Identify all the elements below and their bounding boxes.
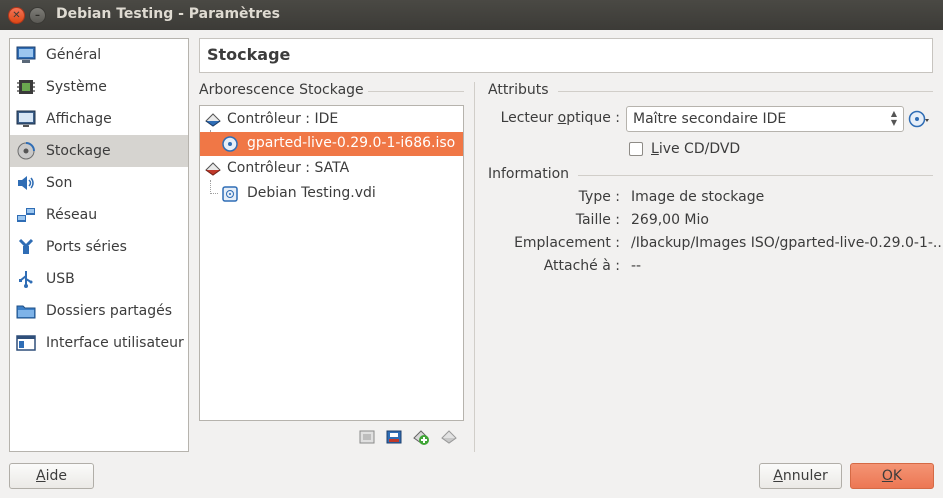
- display-icon: [16, 110, 36, 127]
- window-title: Debian Testing - Paramètres: [56, 6, 280, 22]
- remove-attachment-icon[interactable]: [440, 428, 458, 446]
- add-attachment-icon[interactable]: [412, 428, 430, 446]
- cancel-button[interactable]: Annuler: [759, 463, 842, 489]
- select-arrows-icon: ▲ ▼: [890, 109, 897, 127]
- tree-item-label: Debian Testing.vdi: [247, 185, 376, 201]
- live-cd-label: Live CD/DVD: [651, 141, 741, 157]
- optical-drive-label: Lecteur optique :: [500, 110, 620, 126]
- info-size-label: Taille :: [575, 212, 620, 228]
- group-divider: [368, 91, 464, 92]
- ide-controller-icon: [205, 113, 221, 127]
- live-cd-checkbox[interactable]: [629, 142, 643, 156]
- choose-disk-icon[interactable]: [908, 109, 930, 129]
- settings-sidebar: Général Système Affichage Stockage Son R…: [9, 38, 189, 452]
- disk-icon: [17, 142, 35, 160]
- add-controller-icon[interactable]: [358, 428, 376, 446]
- sidebar-item-label: Général: [46, 47, 102, 63]
- network-icon: [17, 208, 35, 222]
- group-divider: [578, 175, 933, 176]
- sidebar-item-user-interface[interactable]: Interface utilisateur: [10, 327, 188, 359]
- sidebar-item-label: Dossiers partagés: [46, 303, 173, 319]
- group-divider: [558, 91, 933, 92]
- speaker-icon: [18, 176, 34, 190]
- sidebar-item-storage[interactable]: Stockage: [10, 135, 188, 167]
- window-icon: [16, 335, 36, 351]
- sidebar-item-shared-folders[interactable]: Dossiers partagés: [10, 295, 188, 327]
- tree-item-vdi[interactable]: Debian Testing.vdi: [200, 182, 463, 206]
- monitor-icon: [16, 46, 36, 63]
- info-location-value: /Ibackup/Images ISO/gparted-live-0.29.0-…: [631, 235, 943, 251]
- sidebar-item-general[interactable]: Général: [10, 39, 188, 71]
- title-bar: ✕ – Debian Testing - Paramètres: [0, 0, 943, 30]
- sidebar-item-system[interactable]: Système: [10, 71, 188, 103]
- hard-disk-icon: [222, 186, 238, 202]
- minimize-window-button[interactable]: –: [29, 7, 46, 24]
- tree-controller-ide[interactable]: Contrôleur : IDE: [200, 108, 463, 132]
- tree-controller-label: Contrôleur : SATA: [227, 160, 350, 176]
- optical-disc-icon: [222, 136, 238, 152]
- sidebar-item-label: Système: [46, 79, 107, 95]
- attributes-title: Attributs: [488, 82, 549, 98]
- info-attached-value: --: [631, 258, 642, 274]
- pane-separator: [474, 82, 475, 452]
- info-size-value: 269,00 Mio: [631, 212, 709, 228]
- folder-icon: [16, 305, 36, 319]
- help-button[interactable]: Aide: [9, 463, 94, 489]
- info-type-value: Image de stockage: [631, 189, 765, 205]
- sidebar-item-serial-ports[interactable]: Ports séries: [10, 231, 188, 263]
- info-attached-label: Attaché à :: [543, 258, 620, 274]
- sidebar-item-label: USB: [46, 271, 75, 287]
- sidebar-item-label: Stockage: [46, 143, 111, 159]
- sidebar-item-network[interactable]: Réseau: [10, 199, 188, 231]
- sidebar-item-label: Réseau: [46, 207, 98, 223]
- usb-icon: [19, 271, 33, 288]
- information-title: Information: [488, 166, 570, 182]
- storage-tree: Contrôleur : IDE gparted-live-0.29.0-1-i…: [199, 105, 464, 421]
- sidebar-item-label: Ports séries: [46, 239, 127, 255]
- tree-controller-label: Contrôleur : IDE: [227, 111, 339, 127]
- sidebar-item-audio[interactable]: Son: [10, 167, 188, 199]
- storage-tree-title: Arborescence Stockage: [199, 82, 364, 98]
- page-title: Stockage: [207, 45, 291, 64]
- remove-controller-icon[interactable]: [385, 428, 403, 446]
- optical-drive-value: Maître secondaire IDE: [633, 111, 787, 127]
- chip-icon: [17, 80, 35, 94]
- sidebar-item-label: Son: [46, 175, 73, 191]
- tree-item-label: gparted-live-0.29.0-1-i686.iso: [247, 135, 456, 151]
- sidebar-item-display[interactable]: Affichage: [10, 103, 188, 135]
- tree-controller-sata[interactable]: Contrôleur : SATA: [200, 157, 463, 181]
- info-location-label: Emplacement :: [514, 235, 620, 251]
- close-window-button[interactable]: ✕: [8, 7, 25, 24]
- info-type-label: Type :: [578, 189, 620, 205]
- tree-item-iso[interactable]: gparted-live-0.29.0-1-i686.iso: [200, 132, 463, 156]
- optical-drive-select[interactable]: Maître secondaire IDE ▲ ▼: [626, 106, 904, 132]
- ok-button[interactable]: OK: [850, 463, 934, 489]
- page-header: Stockage: [199, 38, 933, 73]
- sata-controller-icon: [205, 162, 221, 176]
- sidebar-item-usb[interactable]: USB: [10, 263, 188, 295]
- sidebar-item-label: Affichage: [46, 111, 112, 127]
- serial-port-icon: [18, 238, 34, 254]
- sidebar-item-label: Interface utilisateur: [46, 335, 184, 351]
